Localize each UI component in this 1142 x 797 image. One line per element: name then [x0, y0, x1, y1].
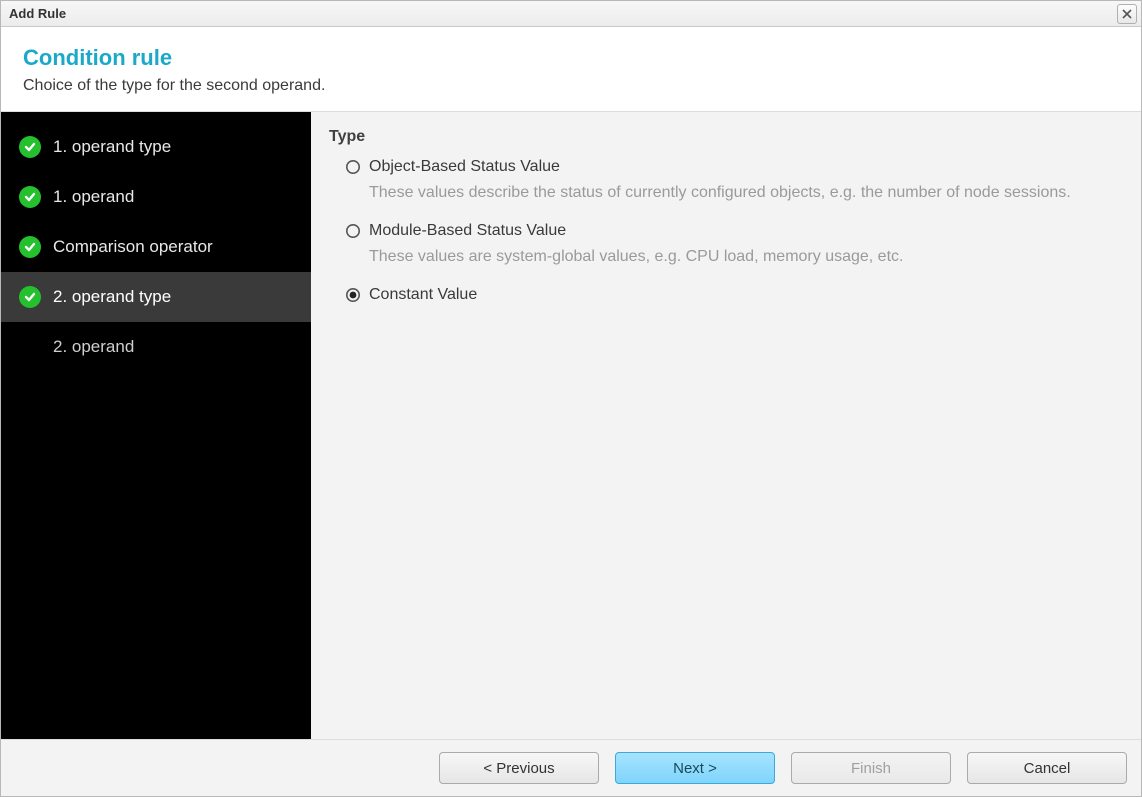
wizard-content: Type Object-Based Status Value These val…: [311, 112, 1141, 739]
step-label: 1. operand: [53, 187, 134, 207]
option-description: These values describe the status of curr…: [369, 182, 1119, 204]
cancel-button[interactable]: Cancel: [967, 752, 1127, 784]
check-icon: [19, 286, 41, 308]
radio-unchecked-icon: [345, 159, 361, 175]
check-icon: [19, 136, 41, 158]
finish-button: Finish: [791, 752, 951, 784]
step-1-operand-type[interactable]: 1. operand type: [1, 122, 311, 172]
step-label: 2. operand: [53, 337, 134, 357]
type-group-label: Type: [329, 128, 1119, 146]
option-description: These values are system-global values, e…: [369, 246, 1119, 268]
step-2-operand-type[interactable]: 2. operand type: [1, 272, 311, 322]
step-label: Comparison operator: [53, 237, 213, 257]
next-button[interactable]: Next >: [615, 752, 775, 784]
wizard-steps-sidebar: 1. operand type 1. operand Comparison op…: [1, 112, 311, 739]
option-label: Object-Based Status Value: [369, 156, 1119, 178]
step-label: 1. operand type: [53, 137, 171, 157]
close-icon: [1122, 9, 1132, 19]
option-module-based-status-value[interactable]: Module-Based Status Value These values a…: [345, 220, 1119, 276]
add-rule-dialog: Add Rule Condition rule Choice of the ty…: [0, 0, 1142, 797]
step-2-operand[interactable]: 2. operand: [1, 322, 311, 372]
page-subtitle: Choice of the type for the second operan…: [23, 77, 1119, 95]
close-button[interactable]: [1117, 4, 1137, 24]
radio-checked-icon: [345, 287, 361, 303]
wizard-header: Condition rule Choice of the type for th…: [1, 27, 1141, 112]
option-texts: Object-Based Status Value These values d…: [369, 156, 1119, 212]
previous-button[interactable]: < Previous: [439, 752, 599, 784]
option-texts: Module-Based Status Value These values a…: [369, 220, 1119, 276]
wizard-footer: < Previous Next > Finish Cancel: [1, 740, 1141, 796]
page-title: Condition rule: [23, 45, 1119, 71]
radio-unchecked-icon: [345, 223, 361, 239]
check-icon: [19, 236, 41, 258]
step-1-operand[interactable]: 1. operand: [1, 172, 311, 222]
dialog-title: Add Rule: [9, 6, 66, 21]
option-texts: Constant Value: [369, 284, 1119, 306]
option-label: Constant Value: [369, 284, 1119, 306]
step-comparison-operator[interactable]: Comparison operator: [1, 222, 311, 272]
option-label: Module-Based Status Value: [369, 220, 1119, 242]
step-label: 2. operand type: [53, 287, 171, 307]
option-constant-value[interactable]: Constant Value: [345, 284, 1119, 306]
check-icon: [19, 186, 41, 208]
option-object-based-status-value[interactable]: Object-Based Status Value These values d…: [345, 156, 1119, 212]
wizard-body: 1. operand type 1. operand Comparison op…: [1, 112, 1141, 740]
titlebar: Add Rule: [1, 1, 1141, 27]
